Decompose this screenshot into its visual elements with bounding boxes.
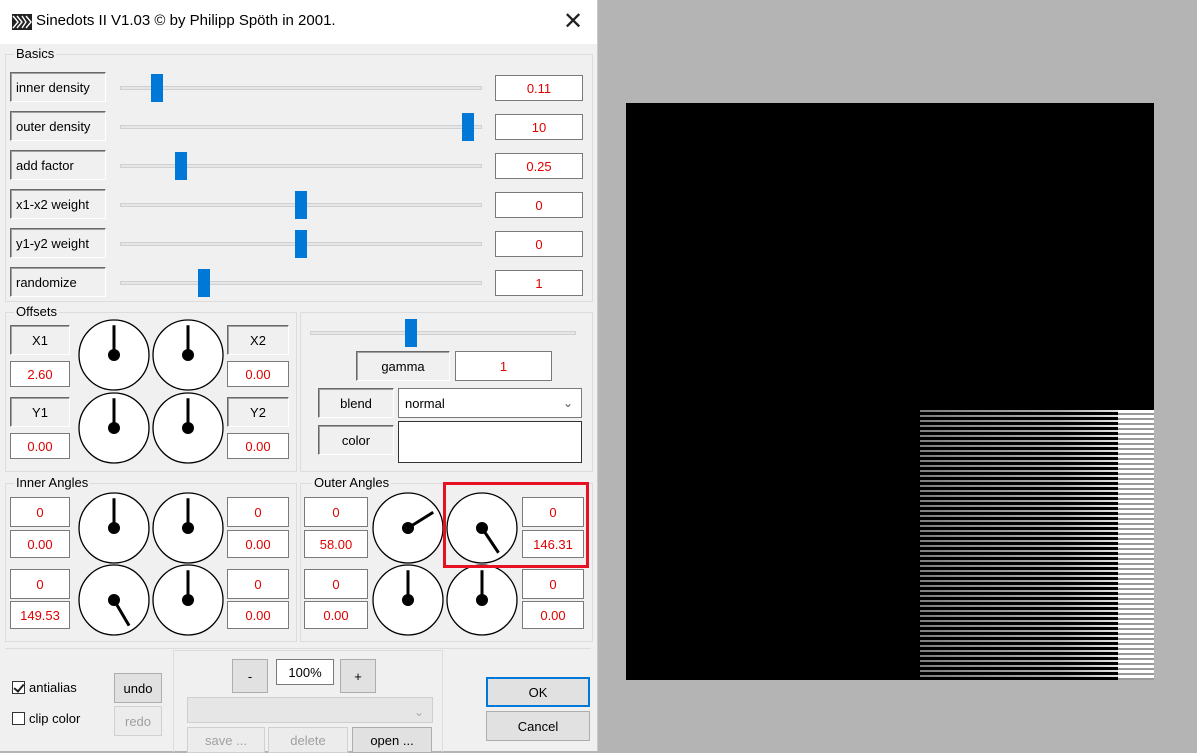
offset-y1-dial[interactable] (77, 391, 151, 465)
outer-density-slider-thumb[interactable] (462, 113, 474, 141)
offsets-label: Offsets (14, 304, 59, 319)
inner-br-dial[interactable] (151, 563, 225, 637)
offset-x2-dial[interactable] (151, 318, 225, 392)
zoom-in-button[interactable]: + (340, 659, 376, 693)
outer-br-dial[interactable] (445, 563, 519, 637)
add-factor-value[interactable]: 0.25 (495, 153, 583, 179)
antialias-label: antialias (29, 680, 77, 695)
clip-color-checkbox[interactable] (12, 712, 25, 725)
antialias-checkbox-row[interactable]: antialias (12, 680, 77, 695)
outer-density-button[interactable]: outer density (10, 111, 106, 141)
basics-label: Basics (14, 46, 57, 61)
x1-button[interactable]: X1 (10, 325, 70, 355)
inner-br-bottom-value[interactable]: 0.00 (227, 601, 289, 629)
antialias-checkbox[interactable] (12, 681, 25, 694)
inner-angles-label: Inner Angles (14, 475, 91, 490)
clip-color-checkbox-row[interactable]: clip color (12, 711, 80, 726)
x2-button[interactable]: X2 (227, 325, 289, 355)
save-button[interactable]: save ... (187, 727, 265, 753)
inner-tr-top-value[interactable]: 0 (227, 497, 289, 527)
randomize-slider-thumb[interactable] (198, 269, 211, 297)
x1-value[interactable]: 2.60 (10, 361, 70, 387)
close-icon[interactable]: ✕ (556, 5, 590, 39)
open-button[interactable]: open ... (352, 727, 432, 753)
chevron-down-icon: ⌄ (413, 705, 424, 719)
app-icon (12, 14, 32, 33)
outer-tr-dial[interactable] (445, 491, 519, 565)
outer-tr-bottom-value[interactable]: 146.31 (522, 530, 584, 558)
sinedots-dialog: Sinedots II V1.03 © by Philipp Spöth in … (0, 0, 598, 753)
inner-tl-bottom-value[interactable]: 0.00 (10, 530, 70, 558)
outer-density-slider-track[interactable] (120, 125, 482, 129)
inner-tl-top-value[interactable]: 0 (10, 497, 70, 527)
y1-y2-weight-button[interactable]: y1-y2 weight (10, 228, 106, 258)
add-factor-slider-thumb[interactable] (174, 152, 187, 180)
clip-color-label: clip color (29, 711, 81, 726)
gamma-button[interactable]: gamma (356, 351, 450, 381)
inner-bl-top-value[interactable]: 0 (10, 569, 70, 599)
zoom-out-button[interactable]: - (232, 659, 268, 693)
redo-button[interactable]: redo (114, 706, 162, 736)
y1-button[interactable]: Y1 (10, 397, 70, 427)
window-title: Sinedots II V1.03 © by Philipp Spöth in … (36, 12, 336, 29)
offset-x1-dial[interactable] (77, 318, 151, 392)
inner-density-value[interactable]: 0.11 (495, 75, 583, 101)
randomize-value[interactable]: 1 (495, 270, 583, 296)
ok-button[interactable]: OK (486, 677, 590, 707)
inner-tr-dial[interactable] (151, 491, 225, 565)
inner-br-top-value[interactable]: 0 (227, 569, 289, 599)
x2-value[interactable]: 0.00 (227, 361, 289, 387)
gamma-value[interactable]: 1 (455, 351, 552, 381)
outer-bl-bottom-value[interactable]: 0.00 (304, 601, 368, 629)
inner-tl-dial[interactable] (77, 491, 151, 565)
y2-button[interactable]: Y2 (227, 397, 289, 427)
inner-tr-bottom-value[interactable]: 0.00 (227, 530, 289, 558)
outer-tl-dial[interactable] (371, 491, 445, 565)
zoom-value[interactable]: 100% (276, 659, 334, 685)
undo-button[interactable]: undo (114, 673, 162, 703)
cancel-button[interactable]: Cancel (486, 711, 590, 741)
blend-selected: normal (405, 395, 445, 411)
preview-sinedots-edge (1118, 410, 1154, 680)
add-factor-button[interactable]: add factor (10, 150, 106, 180)
outer-tl-bottom-value[interactable]: 58.00 (304, 530, 368, 558)
gamma-slider-thumb[interactable] (405, 319, 418, 347)
color-button[interactable]: color (318, 425, 394, 455)
outer-density-value[interactable]: 10 (495, 114, 583, 140)
outer-angles-label: Outer Angles (312, 475, 392, 490)
y2-value[interactable]: 0.00 (227, 433, 289, 459)
inner-bl-dial[interactable] (77, 563, 151, 637)
randomize-slider-track[interactable] (120, 281, 482, 285)
inner-density-button[interactable]: inner density (10, 72, 106, 102)
blend-button[interactable]: blend (318, 388, 394, 418)
chevron-down-icon: ⌄ (562, 396, 573, 410)
outer-tl-top-value[interactable]: 0 (304, 497, 368, 527)
bottom-divider (5, 648, 591, 649)
x1-x2-weight-value[interactable]: 0 (495, 192, 583, 218)
inner-bl-bottom-value[interactable]: 149.53 (10, 601, 70, 629)
x1-x2-weight-button[interactable]: x1-x2 weight (10, 189, 106, 219)
blend-select[interactable]: normal ⌄ (398, 388, 582, 418)
preset-select[interactable]: ⌄ (187, 697, 433, 723)
color-swatch[interactable] (398, 421, 582, 463)
outer-tr-top-value[interactable]: 0 (522, 497, 584, 527)
y1-y2-weight-value[interactable]: 0 (495, 231, 583, 257)
y1-value[interactable]: 0.00 (10, 433, 70, 459)
randomize-button[interactable]: randomize (10, 267, 106, 297)
inner-density-slider-thumb[interactable] (151, 74, 164, 102)
inner-density-slider-track[interactable] (120, 86, 482, 90)
y1-y2-weight-slider-thumb[interactable] (295, 230, 307, 258)
outer-bl-top-value[interactable]: 0 (304, 569, 368, 599)
gamma-slider-track[interactable] (310, 331, 576, 335)
x1-x2-weight-slider-thumb[interactable] (295, 191, 307, 219)
outer-bl-dial[interactable] (371, 563, 445, 637)
offset-y2-dial[interactable] (151, 391, 225, 465)
outer-br-bottom-value[interactable]: 0.00 (522, 601, 584, 629)
title-bar: Sinedots II V1.03 © by Philipp Spöth in … (0, 0, 597, 44)
outer-br-top-value[interactable]: 0 (522, 569, 584, 599)
delete-button[interactable]: delete (268, 727, 348, 753)
